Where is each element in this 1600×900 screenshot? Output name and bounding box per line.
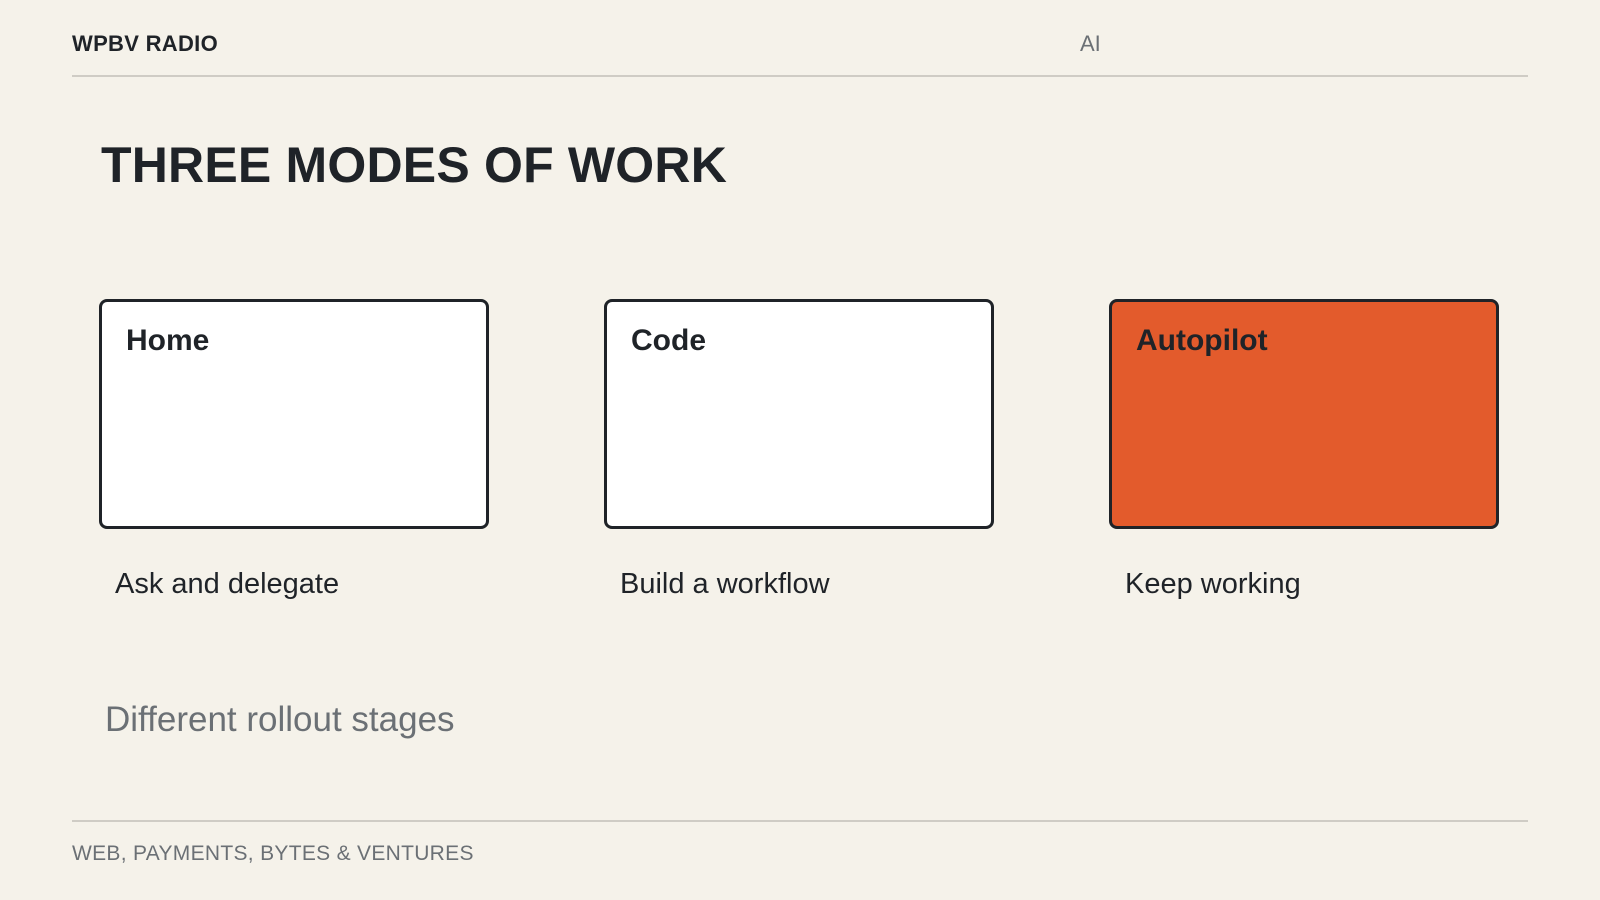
mode-card-label: Code xyxy=(631,324,706,357)
mode-card-code: Code xyxy=(604,299,994,529)
mode-card-autopilot: Autopilot xyxy=(1109,299,1499,529)
mode-caption-autopilot: Keep working xyxy=(1125,568,1301,600)
mode-caption-home: Ask and delegate xyxy=(115,568,340,600)
slide-subtitle: Different rollout stages xyxy=(105,700,455,739)
mode-card-label: Autopilot xyxy=(1136,324,1268,357)
section-label: AI xyxy=(1080,31,1101,56)
slide-title: THREE MODES OF WORK xyxy=(101,137,728,193)
slide-header: WPBV RADIO AI xyxy=(72,0,1528,77)
mode-caption-code: Build a workflow xyxy=(620,568,830,600)
mode-card-home: Home xyxy=(99,299,489,529)
slide-footer: WEB, PAYMENTS, BYTES & VENTURES xyxy=(72,820,1528,865)
brand-name: WPBV RADIO xyxy=(72,31,218,56)
footer-text: WEB, PAYMENTS, BYTES & VENTURES xyxy=(72,842,474,865)
mode-card-label: Home xyxy=(126,324,210,357)
